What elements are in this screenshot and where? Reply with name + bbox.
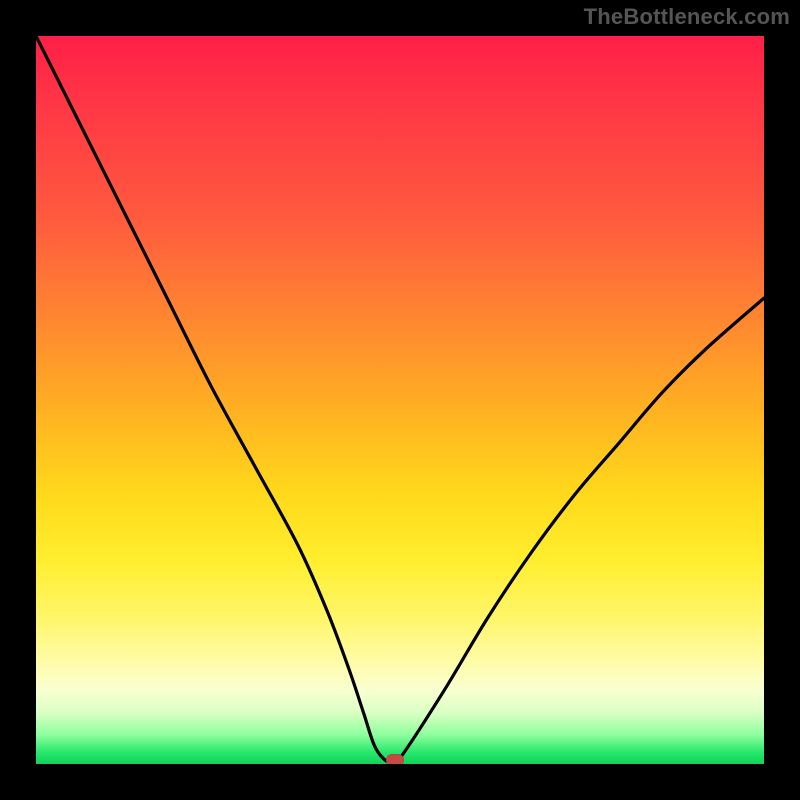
chart-frame: TheBottleneck.com	[0, 0, 800, 800]
bottleneck-curve	[36, 36, 764, 764]
plot-area	[36, 36, 764, 764]
optimum-marker	[386, 754, 404, 764]
attribution-text: TheBottleneck.com	[584, 4, 790, 30]
